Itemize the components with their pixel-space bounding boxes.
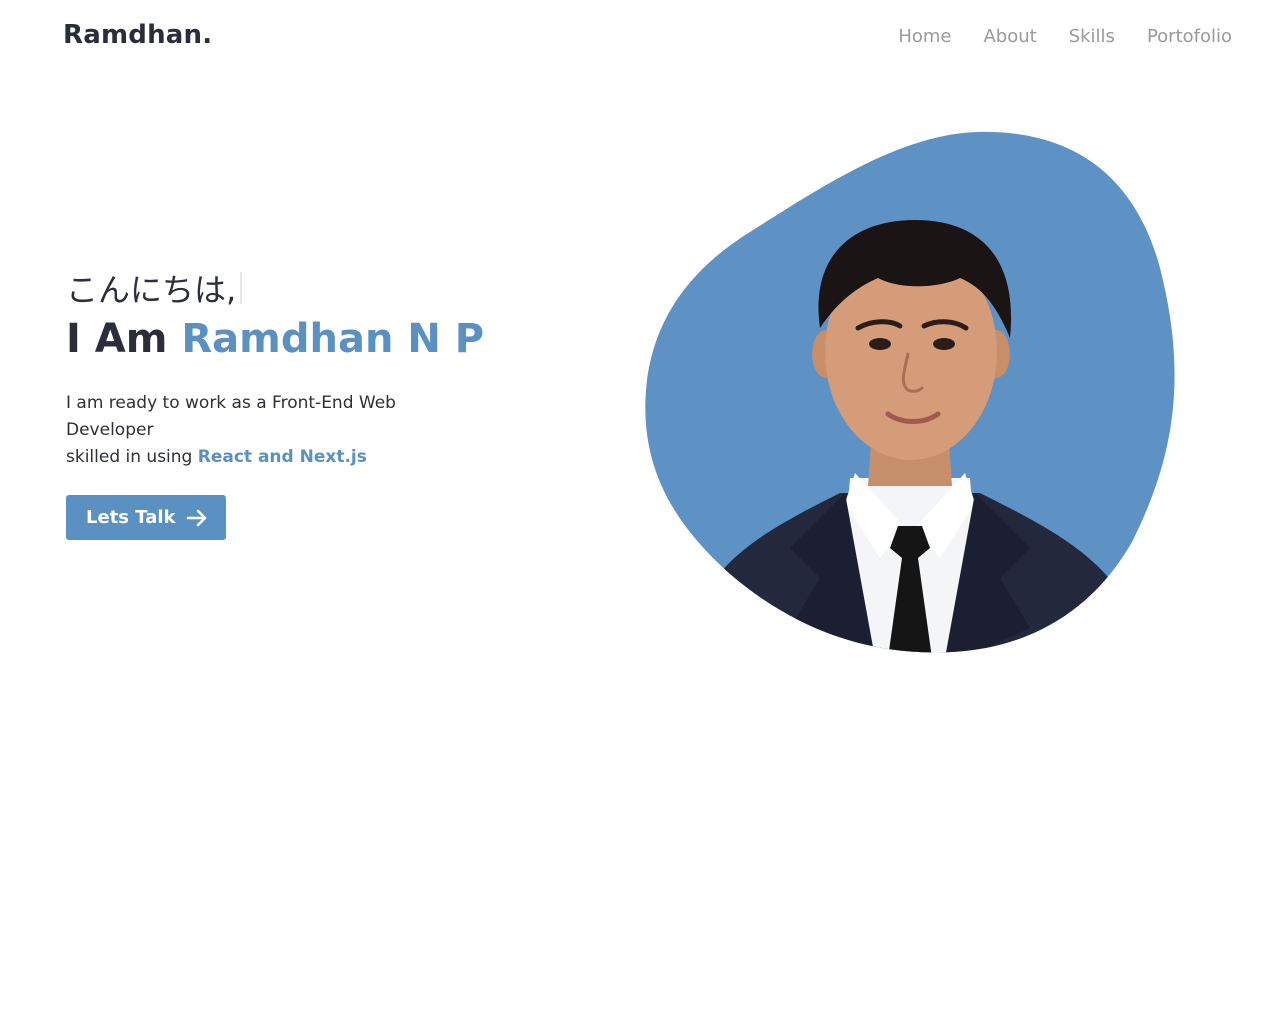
greeting-text: こんにちは,	[66, 271, 237, 309]
hero-headline: I Am Ramdhan N P	[66, 316, 526, 362]
hero-description: I am ready to work as a Front-End Web De…	[66, 390, 486, 471]
arrow-right-icon	[186, 509, 208, 527]
hero-section: こんにちは, I Am Ramdhan N P I am ready to wo…	[66, 266, 526, 540]
headline-name: Ramdhan N P	[181, 316, 485, 362]
typing-cursor	[240, 272, 243, 304]
description-line-2: skilled in using	[66, 447, 198, 467]
headline-prefix: I Am	[66, 316, 182, 362]
nav-link-home[interactable]: Home	[898, 26, 951, 47]
nav-menu: Home About Skills Portofolio	[898, 26, 1232, 47]
lets-talk-button[interactable]: Lets Talk	[66, 495, 226, 540]
nav-link-skills[interactable]: Skills	[1069, 26, 1115, 47]
description-highlight: React and Next.js	[197, 447, 367, 467]
lets-talk-label: Lets Talk	[86, 507, 176, 528]
navbar: Ramdhan. Home About Skills Portofolio	[0, 0, 1280, 76]
nav-link-portofolio[interactable]: Portofolio	[1147, 26, 1232, 47]
description-line-1: I am ready to work as a Front-End Web De…	[66, 393, 396, 440]
profile-portrait	[640, 128, 1180, 658]
logo[interactable]: Ramdhan.	[63, 20, 212, 50]
nav-link-about[interactable]: About	[983, 26, 1036, 47]
profile-photo	[645, 131, 1175, 653]
greeting-line: こんにちは,	[66, 266, 526, 310]
